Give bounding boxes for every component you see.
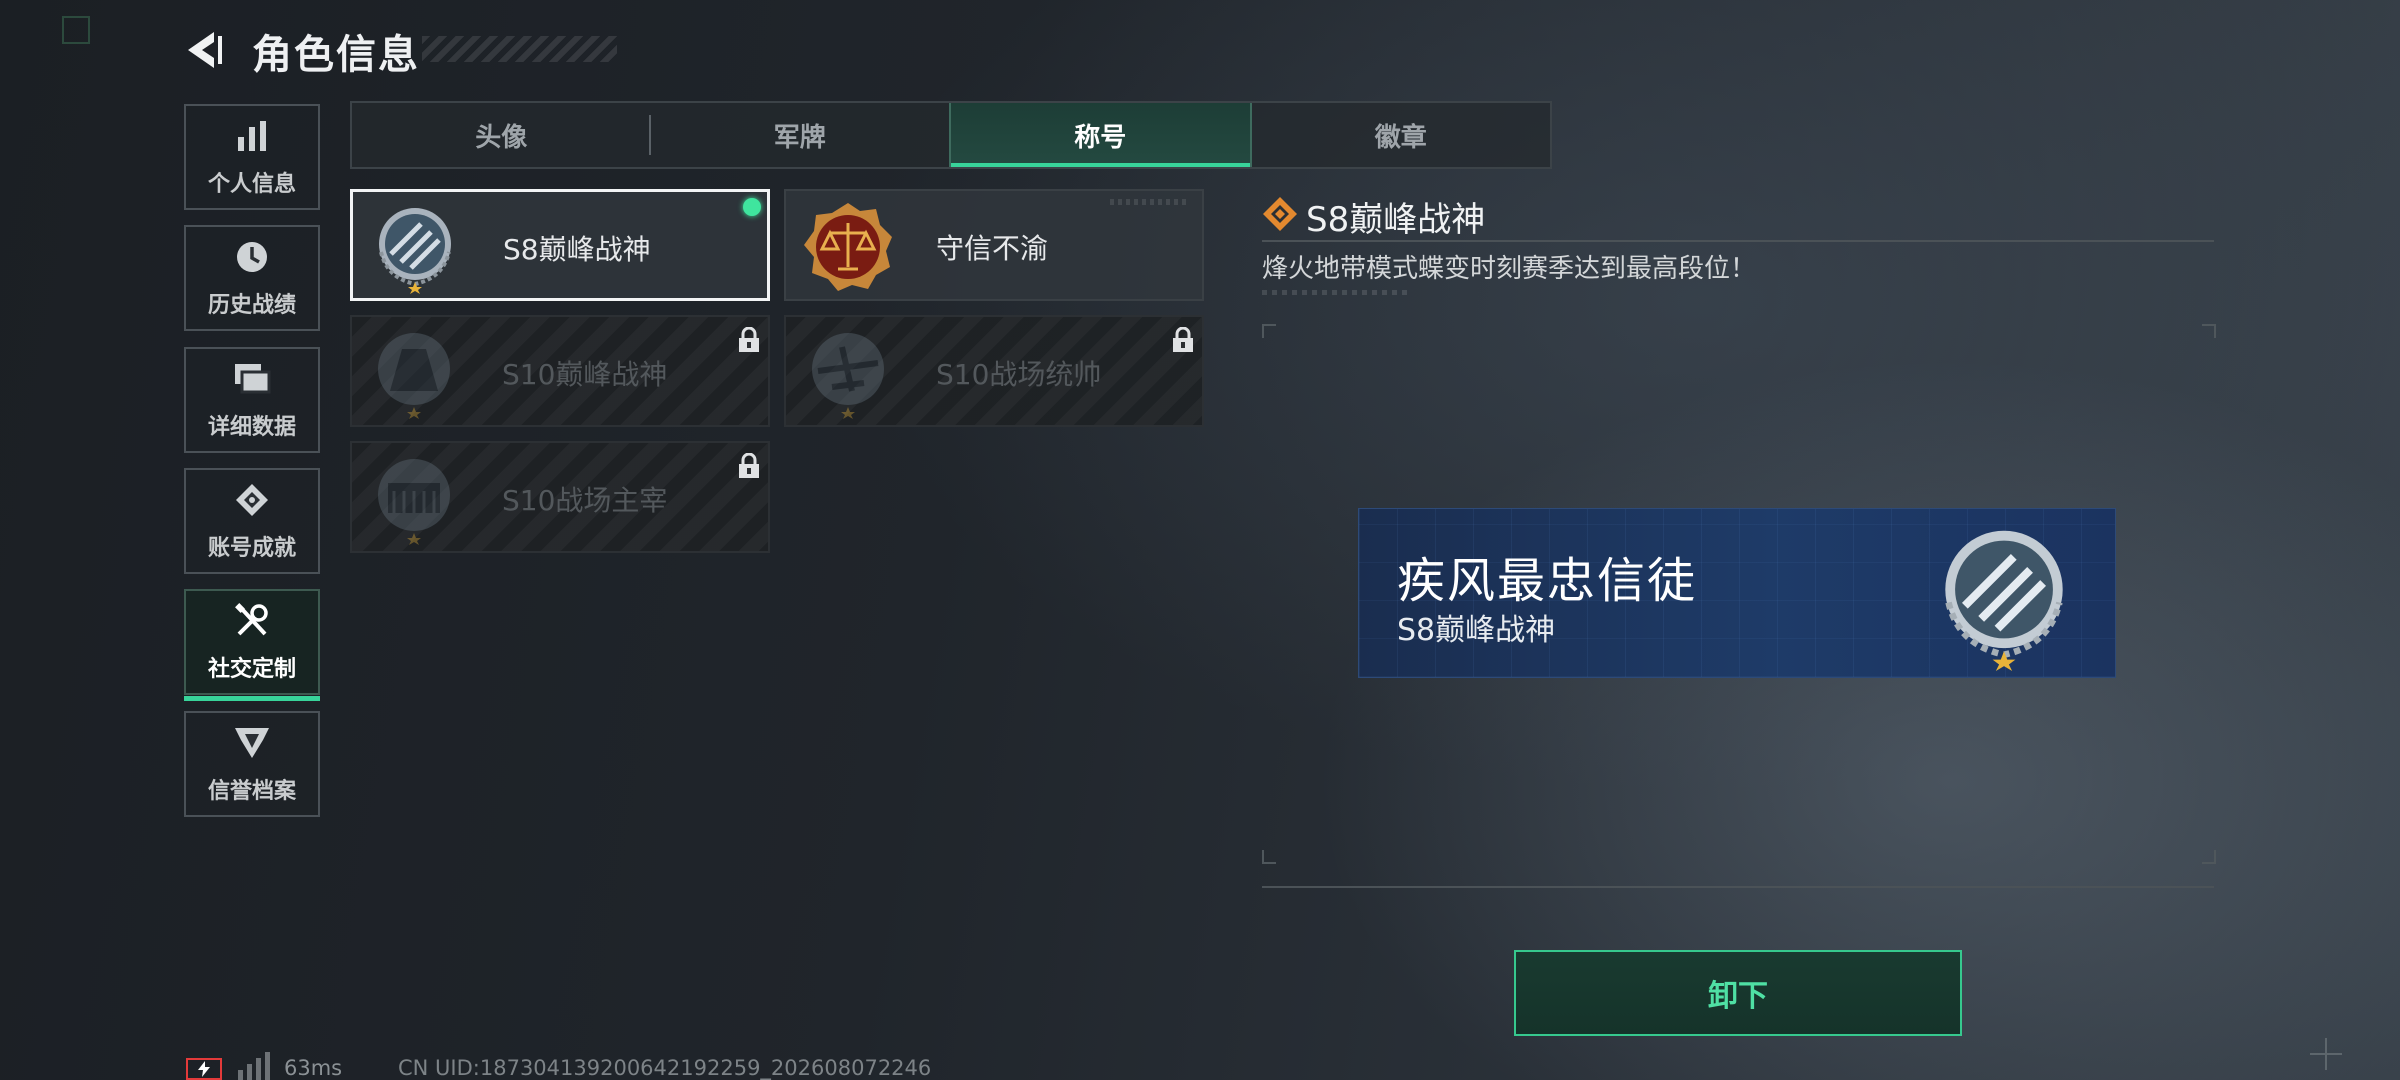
divider [1262, 886, 2214, 888]
battery-charging-icon [186, 1058, 222, 1080]
tab-title[interactable]: 称号 [949, 103, 1252, 167]
title-card[interactable]: S10战场统帅 [784, 315, 1204, 427]
signal-icon [238, 1052, 270, 1080]
tab-avatar[interactable]: 头像 [352, 103, 651, 167]
tools-icon [232, 601, 272, 641]
sidebar-item-social-custom[interactable]: 社交定制 [184, 589, 320, 701]
tab-label: 军牌 [773, 122, 826, 153]
sidebar-item-label: 信誉档案 [207, 779, 296, 804]
title-name: S10战场主宰 [502, 484, 668, 517]
user-id-text: CN UID:18730413920064219225​9_2026080722… [398, 1056, 932, 1080]
active-tab-underline [951, 163, 1250, 167]
title-preview-card: 疾风最忠信徒 S8巅峰战神 [1358, 508, 2116, 678]
decoration-text [1110, 199, 1190, 205]
frame-corner [1262, 324, 1276, 338]
title-decoration [422, 36, 617, 62]
unequip-button[interactable]: 卸下 [1514, 950, 1962, 1036]
clock-icon [232, 237, 272, 277]
title-name: S10巅峰战神 [502, 358, 668, 391]
tab-dogtag[interactable]: 军牌 [651, 103, 950, 167]
laurel-emblem-icon [1945, 530, 2063, 671]
sidebar-item-label: 账号成就 [207, 536, 296, 561]
player-title: S8巅峰战神 [1397, 613, 1556, 648]
tab-badge[interactable]: 徽章 [1252, 103, 1551, 167]
tab-label: 徽章 [1374, 122, 1427, 153]
title-card[interactable]: S10巅峰战神 [350, 315, 770, 427]
sidebar-item-reputation[interactable]: 信誉档案 [184, 711, 320, 817]
frame-corner [1262, 850, 1276, 864]
tab-label: 称号 [1074, 122, 1127, 153]
player-name: 疾风最忠信徒 [1397, 553, 1698, 609]
sidebar-item-details[interactable]: 详细数据 [184, 347, 320, 453]
chevron-left-icon [188, 32, 222, 68]
scales-emblem-icon [804, 203, 892, 291]
title-card[interactable]: 守信不渝 [784, 189, 1204, 301]
detail-description: 烽火地带模式蝶变时刻赛季达到最高段位！ [1262, 254, 1757, 284]
decoration-text [1262, 290, 1412, 295]
divider [1262, 240, 2214, 242]
lock-icon [739, 327, 759, 352]
title-name: 守信不渝 [936, 232, 1049, 265]
title-name: S10战场统帅 [936, 358, 1102, 391]
back-button[interactable] [180, 26, 228, 74]
category-tabs: 头像 军牌 称号 徽章 [350, 101, 1552, 169]
detail-title: S8巅峰战神 [1306, 200, 1486, 240]
badge-icon [232, 480, 272, 520]
title-card[interactable]: S8巅峰战神 [350, 189, 770, 301]
active-indicator [184, 696, 320, 701]
page-title: 角色信息 [252, 32, 420, 78]
frame-corner [2202, 850, 2216, 864]
bar-chart-icon [232, 116, 272, 156]
title-name: S8巅峰战神 [503, 233, 651, 266]
colosseum-emblem-icon [378, 459, 450, 545]
lock-icon [1173, 327, 1193, 352]
sidebar-item-achievements[interactable]: 账号成就 [184, 468, 320, 574]
stacked-cards-icon [232, 359, 272, 399]
frame-corner [2202, 324, 2216, 338]
tower-emblem-icon [378, 333, 450, 419]
equipped-indicator [743, 198, 761, 216]
sidebar-item-profile[interactable]: 个人信息 [184, 104, 320, 210]
lock-icon [739, 453, 759, 478]
sidebar-item-label: 社交定制 [207, 657, 296, 682]
aircraft-emblem-icon [812, 333, 884, 419]
corner-frame-mark [62, 16, 90, 44]
diamond-rank-icon [1263, 197, 1297, 231]
sidebar-item-history[interactable]: 历史战绩 [184, 225, 320, 331]
tab-label: 头像 [475, 122, 528, 153]
sidebar-item-label: 历史战绩 [207, 293, 296, 318]
sidebar-item-label: 详细数据 [207, 415, 296, 440]
plus-icon [2310, 1038, 2342, 1070]
title-card[interactable]: S10战场主宰 [350, 441, 770, 553]
laurel-emblem-icon [379, 208, 451, 294]
latency-readout: 63ms [284, 1056, 343, 1080]
sidebar-item-label: 个人信息 [207, 172, 296, 197]
shield-wing-icon [232, 723, 272, 763]
